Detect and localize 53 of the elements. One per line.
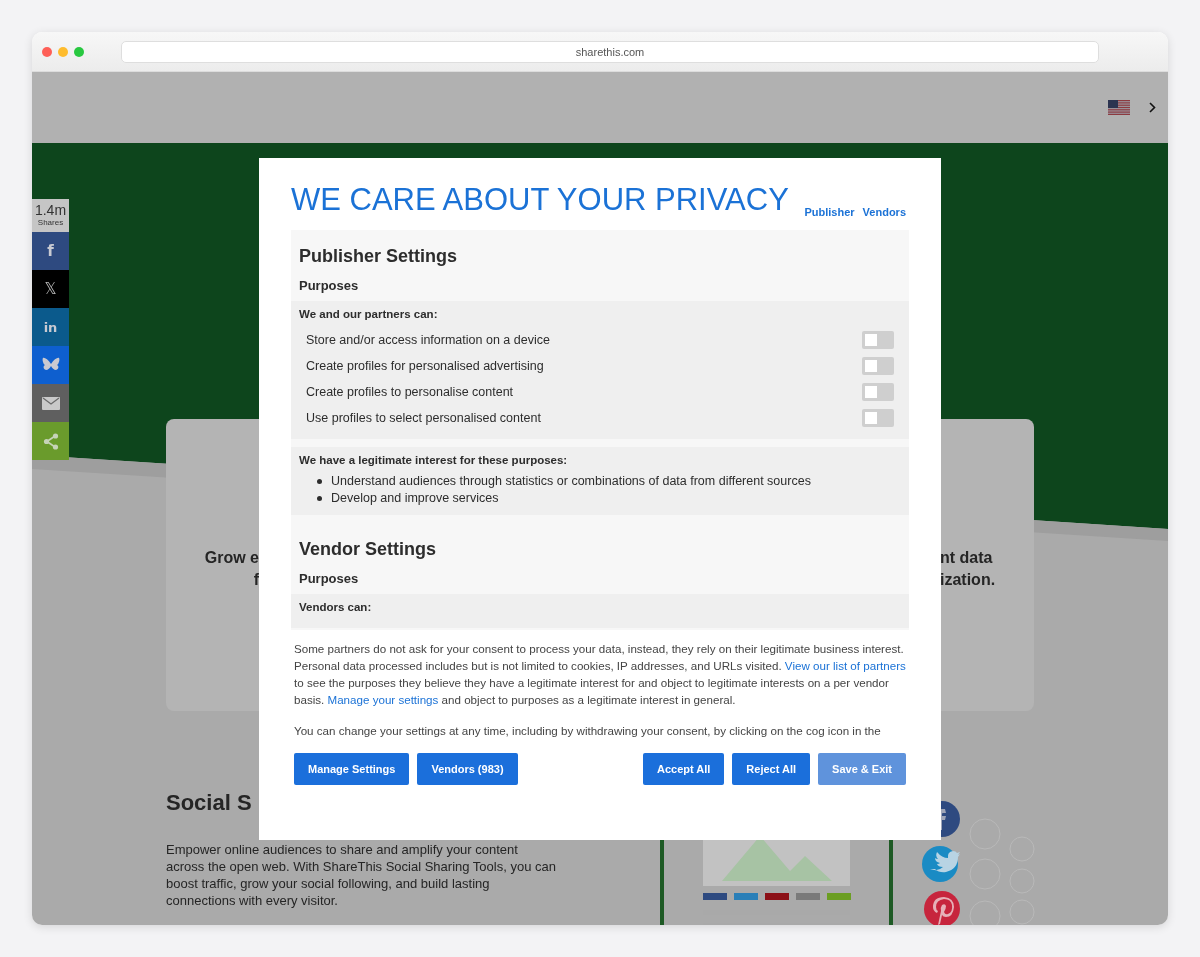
card-text: ization. [940,570,996,590]
bullet-icon [317,479,322,484]
nav-link[interactable]: Publisher [804,206,855,218]
dialog-button[interactable]: Accept All [642,753,725,785]
email-share-button[interactable] [32,384,69,422]
dialog-title: WE CARE ABOUT YOUR PRIVACY [291,181,789,219]
toggle-switch[interactable] [862,409,894,427]
share-icon [42,432,59,450]
nav-link[interactable]: Vendors [862,206,906,218]
card-text: Grow e [204,548,259,568]
address-bar[interactable]: sharethis.com [121,40,1099,63]
dialog-button[interactable]: Manage Settings [294,753,410,785]
bullet-icon [317,496,322,501]
section-heading: Publisher Settings [298,245,459,268]
purpose-label: Store and/or access information on a device [306,333,550,347]
purpose-label: Create profiles to personalise content [306,385,514,399]
section-subheading: Purposes [298,277,360,295]
dialog-button[interactable]: Reject All [732,753,811,785]
share-button[interactable] [32,422,69,460]
close-dot[interactable] [42,46,52,57]
butterfly-icon [41,357,60,373]
share-count: 1.4m Shares [32,199,69,232]
bluesky-share-button[interactable] [32,346,69,384]
flag-icon[interactable] [1108,100,1130,115]
section-subheading: Purposes [298,570,360,588]
card-text: f [253,570,259,590]
facebook-share-button[interactable]: f [32,232,69,270]
purpose-label: Understand audiences through statistics or combinations of data from different sources [331,473,811,490]
dialog-button[interactable]: Vendors (983) [417,753,518,785]
section-heading: Vendor Settings [298,538,438,561]
toggle-switch[interactable] [862,357,894,375]
section-paragraph: Empower online audiences to share and amplify your content across the open web. With ShareThis Social Sharing Tools, you can boost traffic, grow your social following, and build lasting connections with every visitor. [166,841,557,909]
group-title: Vendors can: [299,600,373,615]
purpose-label: Develop and improve services [331,490,499,507]
toggle-switch[interactable] [862,383,894,401]
notice-link[interactable]: Manage your settings [327,693,439,706]
notice-paragraph: Some partners do not ask for your consent to process your data, instead, they rely on their legitimate business interest. Personal data processed includes but is not limited to cookies, IP addresses, and URLs visited. View our list of partners to see the purposes they believe they have a legitimate interest for and object to legitimate interests on a per vendor basis. Manage your settings and object to purposes as a legitimate interest in general. [294,641,907,708]
group-title: We and our partners can: [299,307,439,322]
toggle-switch[interactable] [862,331,894,349]
purpose-label: Use profiles to select personalised content [306,411,541,425]
notice-paragraph: You can change your settings at any time, including by withdrawing your consent, by clicking on the cog icon in the [294,723,882,739]
chevron-right-icon[interactable] [1149,102,1156,113]
url-text: sharethis.com [575,45,645,58]
linkedin-share-button[interactable]: in [32,308,69,346]
minimize-dot[interactable] [58,46,68,57]
notice-link[interactable]: View our list of partners [784,659,906,672]
group-title: We have a legitimate interest for these purposes: [299,453,569,468]
card-text: nt data [940,548,993,568]
section-heading: Social S [166,789,253,817]
x-share-button[interactable]: 𝕏 [32,270,69,308]
maximize-dot[interactable] [74,46,84,57]
purpose-label: Create profiles for personalised advertising [306,359,544,373]
envelope-icon [41,396,60,410]
